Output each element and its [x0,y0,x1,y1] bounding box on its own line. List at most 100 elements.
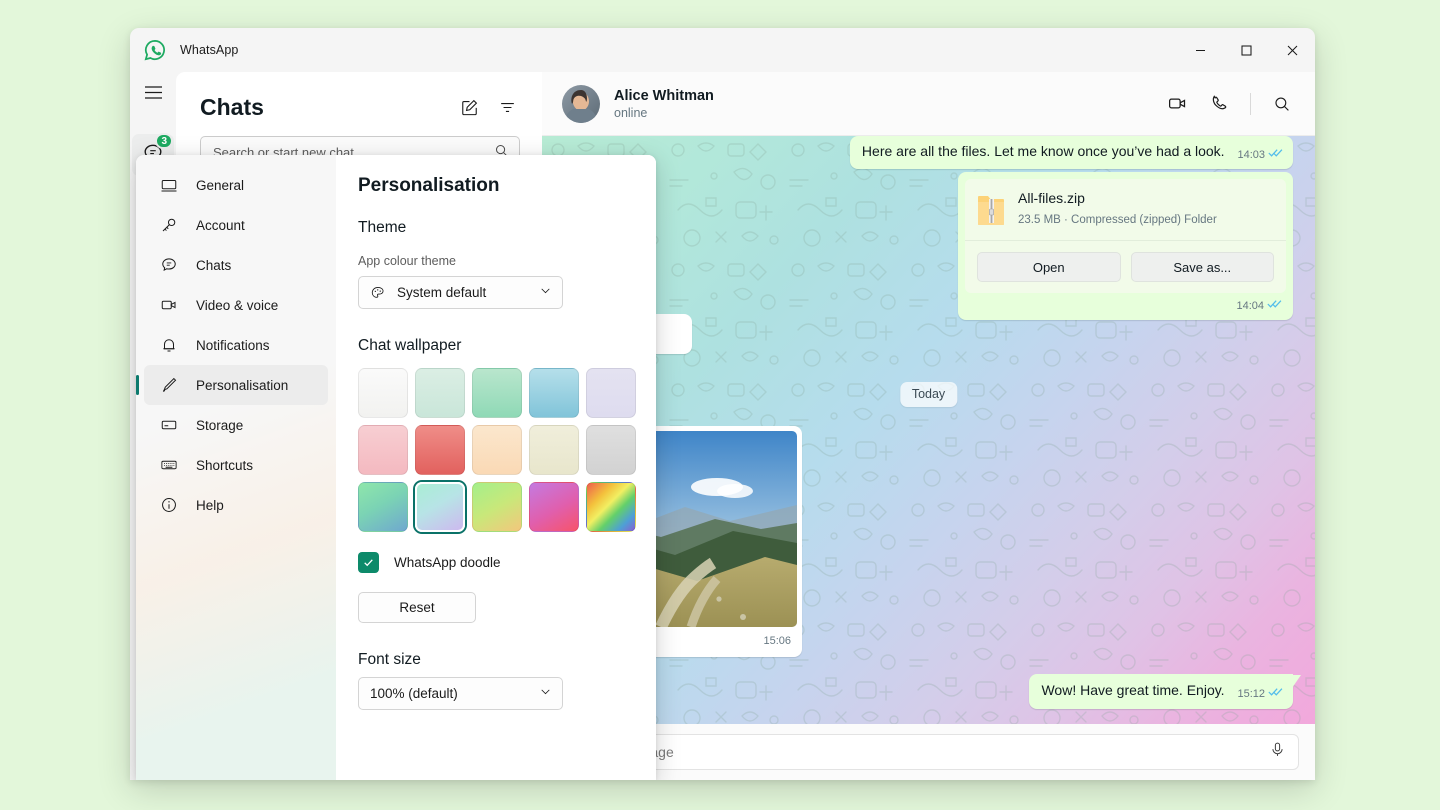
divider [1250,93,1251,115]
message-bubble[interactable]: Here are all the files. Let me know once… [850,136,1293,169]
file-card: All-files.zip 23.5 MB · Compressed (zipp… [965,179,1286,293]
settings-dialog: General Account Chats [136,155,656,780]
message-time: 15:06 [763,632,791,651]
read-receipt-icon [1267,297,1282,316]
conversation-header: Alice Whitman online [542,72,1315,136]
file-name: All-files.zip [1018,189,1217,208]
wallpaper-swatch-green[interactable] [472,368,522,418]
settings-content: Personalisation Theme App colour theme S… [336,155,656,780]
maximize-icon[interactable] [1223,28,1269,72]
sidebar-item-notifications[interactable]: Notifications [144,325,328,365]
hamburger-menu-icon [144,85,163,105]
chat-list-header: Chats [176,72,542,124]
wallpaper-swatch-blue[interactable] [529,368,579,418]
message-input[interactable]: Type a message [558,734,1299,770]
app-colour-theme-select[interactable]: System default [358,276,563,309]
save-as-button[interactable]: Save as... [1131,252,1275,282]
chevron-down-icon [539,685,552,703]
sidebar-item-label: Personalisation [196,378,288,393]
wallpaper-swatch-lime-peach[interactable] [472,482,522,532]
open-button[interactable]: Open [977,252,1121,282]
status-badge: online [614,106,714,120]
hamburger-menu-button[interactable] [130,72,176,118]
wallpaper-swatch-white[interactable] [358,368,408,418]
conversation-panel: Alice Whitman online [542,72,1315,780]
video-call-icon[interactable] [1160,87,1194,121]
read-receipt-icon [1268,146,1283,165]
message-text: Here are all the files. Let me know once… [862,143,1225,159]
wallpaper-swatch-magenta[interactable] [529,482,579,532]
wallpaper-section-title: Chat wallpaper [358,337,630,355]
phone-icon[interactable] [1202,87,1236,121]
wallpaper-swatch-rainbow[interactable] [586,482,636,532]
chevron-down-icon [539,284,552,302]
wallpaper-swatch-peach[interactable] [472,425,522,475]
settings-sidebar: General Account Chats [136,155,336,780]
message-meta: 15:12 [1237,685,1283,704]
sidebar-item-label: Help [196,498,224,513]
wallpaper-swatch-grid [358,368,630,532]
sidebar-item-label: Shortcuts [196,458,253,473]
sidebar-item-storage[interactable]: Storage [144,405,328,445]
microphone-icon[interactable] [1269,741,1286,763]
message-time: 14:04 [1236,297,1264,316]
message-meta: 14:04 [965,297,1282,316]
sidebar-item-shortcuts[interactable]: Shortcuts [144,445,328,485]
whatsapp-logo-icon [143,38,167,62]
storage-icon [158,416,180,434]
sidebar-item-label: Video & voice [196,298,278,313]
message-composer: Type a message [542,724,1315,780]
minimize-icon[interactable] [1177,28,1223,72]
new-chat-icon[interactable] [452,90,486,124]
contact-name: Alice Whitman [614,88,714,104]
monitor-icon [158,176,180,194]
chat-bubble-icon [158,256,180,274]
close-icon[interactable] [1269,28,1315,72]
wallpaper-swatch-red[interactable] [415,425,465,475]
whatsapp-doodle-checkbox-row[interactable]: WhatsApp doodle [358,552,630,573]
sidebar-item-video-voice[interactable]: Video & voice [144,285,328,325]
wallpaper-swatch-lavender[interactable] [586,368,636,418]
wallpaper-swatch-pink[interactable] [358,425,408,475]
message-bubble[interactable]: Wow! Have great time. Enjoy. 15:12 [1029,674,1293,709]
avatar[interactable] [562,85,600,123]
sidebar-item-help[interactable]: Help [144,485,328,525]
whatsapp-doodle-label: WhatsApp doodle [394,555,501,570]
filter-icon[interactable] [490,90,524,124]
sidebar-item-label: Notifications [196,338,270,353]
whatsapp-window: WhatsApp [130,28,1315,780]
chats-unread-badge: 3 [155,133,173,149]
message-meta: 15:06 [763,632,791,651]
info-icon [158,496,180,514]
checkbox-checked-icon[interactable] [358,552,379,573]
search-icon[interactable] [1265,87,1299,121]
read-receipt-icon [1268,685,1283,704]
sidebar-item-chats[interactable]: Chats [144,245,328,285]
sidebar-item-label: Chats [196,258,231,273]
wallpaper-swatch-green-blue[interactable] [358,482,408,532]
wallpaper-swatch-grey[interactable] [586,425,636,475]
font-size-section-title: Font size [358,651,630,669]
bubble-tail [1292,674,1301,687]
message-time: 14:03 [1237,146,1265,165]
font-size-select[interactable]: 100% (default) [358,677,563,710]
wallpaper-swatch-cream[interactable] [529,425,579,475]
sidebar-item-label: Account [196,218,245,233]
wallpaper-swatch-mint-violet[interactable] [415,482,465,532]
palette-icon [370,285,386,301]
file-message-bubble[interactable]: All-files.zip 23.5 MB · Compressed (zipp… [958,172,1293,320]
message-text: Wow! Have great time. Enjoy. [1041,682,1224,698]
keyboard-icon [158,456,180,474]
sidebar-item-personalisation[interactable]: Personalisation [144,365,328,405]
day-divider: Today [900,382,957,407]
reset-button[interactable]: Reset [358,592,476,623]
window-controls [1177,28,1315,72]
sidebar-item-general[interactable]: General [144,165,328,205]
sidebar-active-indicator [136,375,139,395]
sidebar-item-label: Storage [196,418,243,433]
chat-wallpaper: Here are all the files. Let me know once… [542,136,1315,724]
wallpaper-swatch-pale-mint[interactable] [415,368,465,418]
window-title: WhatsApp [180,43,238,57]
sidebar-item-account[interactable]: Account [144,205,328,245]
font-size-value: 100% (default) [370,686,458,701]
